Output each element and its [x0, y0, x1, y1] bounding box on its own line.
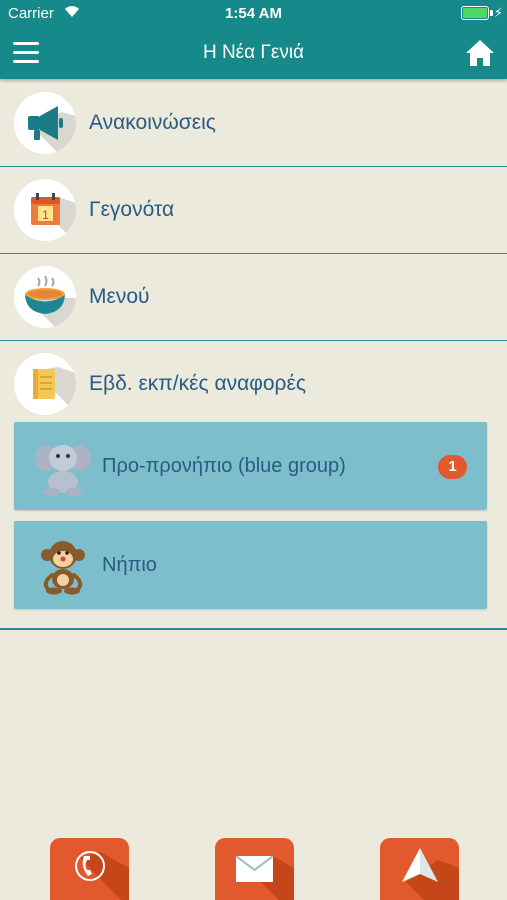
notification-badge: 1 [438, 455, 467, 479]
group-label: Προ-προνήπιο (blue group) [102, 455, 346, 477]
menu-item-events[interactable]: 1 Γεγονότα [0, 167, 507, 254]
home-icon[interactable] [465, 38, 495, 68]
nav-bar: Η Νέα Γενιά [0, 28, 507, 79]
phone-icon [75, 851, 129, 900]
soup-bowl-icon [14, 266, 76, 328]
envelope-icon [235, 855, 294, 900]
status-bar: Carrier 1:54 AM ⚡ [0, 0, 507, 28]
elephant-icon [35, 445, 91, 496]
menu-label: Μενού [89, 285, 150, 308]
map-arrow-icon [402, 848, 459, 900]
battery-icon [461, 6, 489, 20]
status-time: 1:54 AM [225, 5, 282, 22]
events-label: Γεγονότα [89, 198, 175, 221]
reports-label: Εβδ. εκπ/κές αναφορές [89, 372, 306, 395]
page-title: Η Νέα Γενιά [202, 42, 305, 63]
list-divider [0, 628, 507, 630]
menu-item-announcements[interactable]: Ανακοινώσεις [0, 80, 507, 167]
call-button[interactable] [50, 838, 129, 900]
announcements-label: Ανακοινώσεις [89, 111, 216, 134]
group-item-pre-kindergarten[interactable]: Προ-προνήπιο (blue group) 1 [14, 422, 487, 510]
group-item-kindergarten[interactable]: Νήπιο [14, 521, 487, 609]
directions-button[interactable] [380, 838, 459, 900]
notepad-icon [14, 353, 76, 415]
calendar-icon: 1 [14, 179, 76, 241]
group-label: Νήπιο [102, 554, 157, 576]
charging-icon: ⚡ [493, 5, 503, 20]
monkey-icon [41, 541, 85, 595]
megaphone-icon [14, 92, 76, 154]
email-button[interactable] [215, 838, 294, 900]
calendar-day-text: 1 [42, 208, 49, 222]
battery-tip [490, 10, 493, 16]
menu-item-menu[interactable]: Μενού [0, 254, 507, 341]
